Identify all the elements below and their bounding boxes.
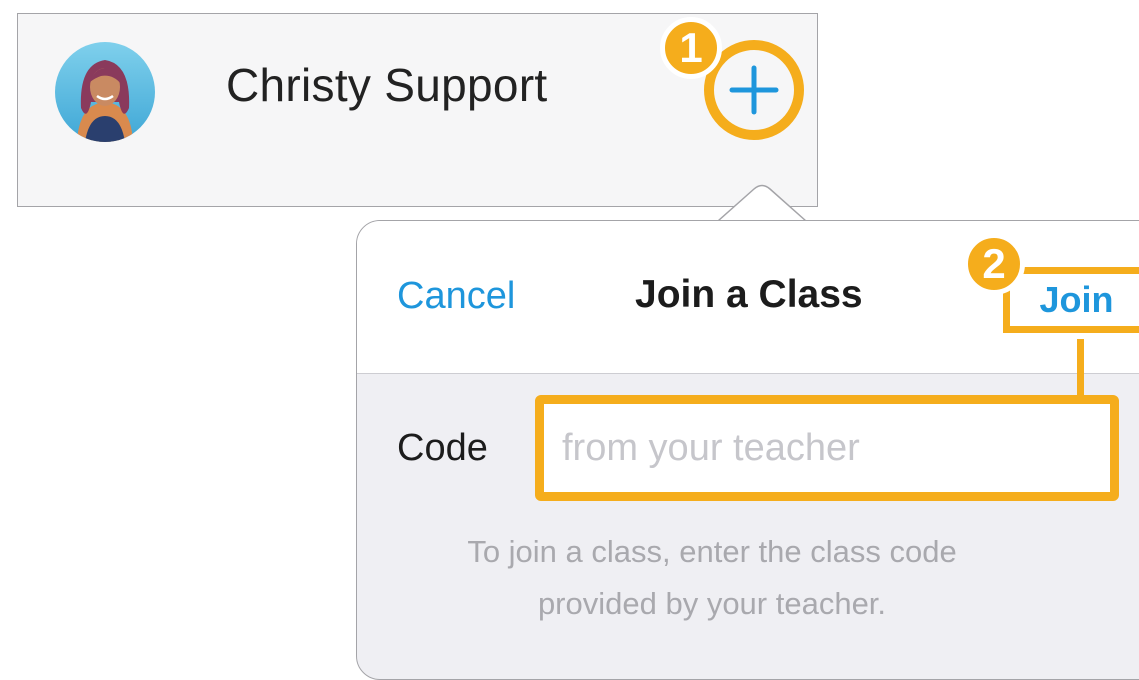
- popover-title: Join a Class: [635, 273, 863, 316]
- helper-text-line-1: To join a class, enter the class code: [467, 534, 957, 569]
- user-avatar-photo: [55, 42, 155, 142]
- user-name: Christy Support: [226, 59, 548, 111]
- callout-badge-1: 1: [660, 17, 722, 79]
- callout-connector-line: [1077, 339, 1084, 397]
- avatar[interactable]: [55, 42, 155, 142]
- class-code-field: [535, 395, 1119, 501]
- cancel-button[interactable]: Cancel: [397, 275, 515, 318]
- code-label: Code: [397, 427, 488, 469]
- popover-navigation-bar: Cancel Join a Class Join: [357, 221, 1139, 374]
- helper-text-line-2: provided by your teacher.: [537, 586, 887, 621]
- popover-arrow: [718, 184, 807, 222]
- plus-icon: [729, 65, 779, 115]
- helper-text: To join a class, enter the class code pr…: [417, 526, 1007, 630]
- class-code-input[interactable]: [544, 404, 1110, 492]
- join-button[interactable]: Join: [1003, 267, 1139, 333]
- join-class-popover: Cancel Join a Class Join Code To join a …: [356, 220, 1139, 680]
- callout-badge-2: 2: [963, 233, 1025, 295]
